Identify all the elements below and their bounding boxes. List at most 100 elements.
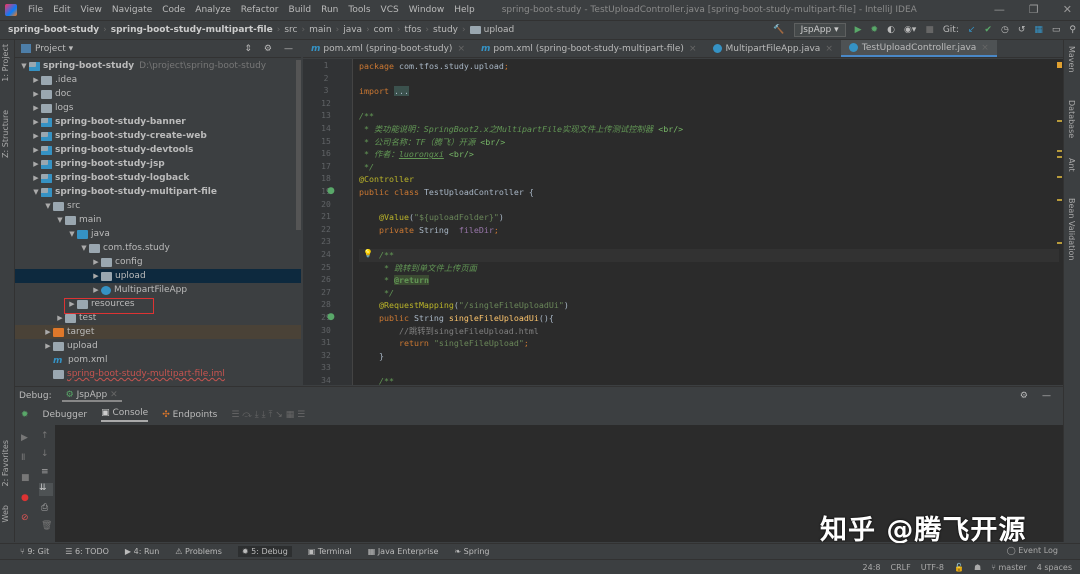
tool-tab-9-git[interactable]: ⑂ 9: Git	[20, 547, 49, 556]
code-editor[interactable]: 1 2 3 12 13 14 15 16 17 18 19 20 21 22 23 24 25 26 27 28 29 3…	[303, 59, 1063, 385]
rerun-debug-icon[interactable]: ✹	[21, 410, 29, 420]
tree-item[interactable]: ▶ upload	[15, 339, 301, 353]
menu-window[interactable]: Window	[404, 5, 450, 15]
gear-icon[interactable]: ⚙	[264, 44, 272, 54]
code-line[interactable]	[359, 199, 1059, 212]
close-tab-icon[interactable]: ×	[981, 43, 989, 53]
line-separator[interactable]: CRLF	[890, 563, 910, 572]
code-line[interactable]: import ...	[359, 85, 1059, 98]
menu-file[interactable]: File	[23, 5, 48, 15]
close-tab-icon[interactable]: ×	[689, 44, 697, 54]
tab-console[interactable]: ▣ Console	[101, 408, 149, 422]
intention-bulb-icon[interactable]: 💡	[363, 249, 373, 258]
error-stripe-marker[interactable]	[1057, 150, 1062, 152]
tool-tab-6-todo[interactable]: ☰ 6: TODO	[65, 547, 109, 556]
spring-bean-icon[interactable]: ●	[327, 186, 335, 196]
menu-analyze[interactable]: Analyze	[190, 5, 235, 15]
lock-icon[interactable]: 🔓	[954, 563, 964, 572]
tree-item[interactable]: ▼ com.tfos.study	[15, 241, 301, 255]
project-view-select[interactable]: Project	[35, 44, 66, 54]
database-tool-tab[interactable]: Database	[1067, 100, 1076, 138]
close-tab-icon[interactable]: ×	[825, 44, 833, 54]
menu-refactor[interactable]: Refactor	[236, 5, 284, 15]
tree-item[interactable]: ▶ MultipartFileApp	[15, 283, 301, 297]
debug-session-tab[interactable]: ⚙ JspApp ✕	[61, 390, 122, 402]
breadcrumb-item[interactable]: spring-boot-study	[8, 25, 103, 35]
tree-item[interactable]: ▶ spring-boot-study-devtools	[15, 143, 301, 157]
resume-icon[interactable]: ▶	[21, 433, 31, 443]
expand-arrow-icon[interactable]: ▶	[91, 286, 101, 294]
structure-tool-tab[interactable]: Z: Structure	[1, 110, 10, 158]
run-icon[interactable]: ▶	[855, 25, 862, 35]
breadcrumb-item[interactable]: com	[374, 25, 397, 35]
expand-arrow-icon[interactable]: ▶	[31, 76, 41, 84]
menu-code[interactable]: Code	[157, 5, 190, 15]
bean-validation-tool-tab[interactable]: Bean Validation	[1067, 198, 1076, 260]
breadcrumb-item[interactable]: tfos	[405, 25, 426, 35]
up-icon[interactable]: ↑	[41, 431, 51, 441]
menu-build[interactable]: Build	[284, 5, 317, 15]
close-tab-icon[interactable]: ×	[457, 44, 465, 54]
tab-endpoints[interactable]: ✣ Endpoints	[162, 410, 217, 420]
presentation-icon[interactable]: ▭	[1052, 25, 1061, 35]
code-line[interactable]: * 跳转到单文件上传页面	[359, 262, 1059, 275]
tree-item[interactable]: ▼ src	[15, 199, 301, 213]
code-line[interactable]: public String singleFileUploadUi(){	[359, 312, 1059, 325]
tree-item[interactable]: ▶ test	[15, 311, 301, 325]
stop-icon[interactable]: ■	[925, 25, 934, 35]
tree-item[interactable]: ▼ java	[15, 227, 301, 241]
git-commit-icon[interactable]: ✔	[984, 25, 992, 35]
expand-arrow-icon[interactable]: ▶	[31, 174, 41, 182]
step-icons[interactable]: ☰ ⤼ ⤓ ⤓ ⤒ ↘ ▦ ☰	[231, 410, 305, 420]
git-branch[interactable]: ⑂ master	[991, 563, 1027, 572]
code-line[interactable]: return "singleFileUpload";	[359, 337, 1059, 350]
tool-tab-java-enterprise[interactable]: ▦ Java Enterprise	[368, 547, 439, 556]
tree-item[interactable]: ▶ resources	[15, 297, 301, 311]
pause-icon[interactable]: Ⅱ	[21, 453, 31, 463]
breadcrumb-item[interactable]: spring-boot-study-multipart-file	[111, 25, 277, 35]
code-line[interactable]	[359, 73, 1059, 86]
tree-item[interactable]: ▶ config	[15, 255, 301, 269]
code-line[interactable]: * 作者：luorongxi <br/>	[359, 148, 1059, 161]
web-tool-tab[interactable]: Web	[1, 505, 10, 522]
favorites-tool-tab[interactable]: 2: Favorites	[1, 440, 10, 486]
coverage-icon[interactable]: ◐	[887, 25, 895, 35]
expand-arrow-icon[interactable]: ▶	[31, 104, 41, 112]
expand-arrow-icon[interactable]: ▶	[43, 342, 53, 350]
code-line[interactable]: * 类功能说明：SpringBoot2.x之MultipartFile实现文件上…	[359, 123, 1059, 136]
breadcrumb-item[interactable]: main	[309, 25, 336, 35]
expand-arrow-icon[interactable]: ▼	[31, 188, 41, 196]
menu-run[interactable]: Run	[316, 5, 343, 15]
menu-tools[interactable]: Tools	[343, 5, 375, 15]
expand-arrow-icon[interactable]: ▼	[43, 202, 53, 210]
expand-arrow-icon[interactable]: ▶	[31, 132, 41, 140]
tree-item[interactable]: ▶ logs	[15, 101, 301, 115]
code-line[interactable]: @RequestMapping("/singleFileUploadUi")	[359, 299, 1059, 312]
tab-pom-xml-spring-boot-study-multipart-file-[interactable]: m pom.xml (spring-boot-study-multipart-fi…	[473, 40, 705, 57]
menu-navigate[interactable]: Navigate	[107, 5, 157, 15]
error-stripe-marker[interactable]	[1057, 62, 1062, 68]
tree-item[interactable]: ▼ main	[15, 213, 301, 227]
tree-item[interactable]: ▼ spring-boot-study D:\project\spring-boot…	[15, 59, 301, 73]
code-line[interactable]: /**	[359, 110, 1059, 123]
tree-item[interactable]: m pom.xml	[15, 353, 301, 367]
tool-tab-5-debug[interactable]: ✹ 5: Debug	[237, 546, 292, 557]
profile-icon[interactable]: ◉▾	[904, 25, 916, 35]
event-log-button[interactable]: ◯ Event Log	[1007, 546, 1058, 555]
inspector-icon[interactable]: ☗	[974, 563, 981, 572]
debug-icon[interactable]: ✹	[871, 25, 879, 35]
soft-wrap-icon[interactable]: ≡	[41, 467, 51, 477]
expand-arrow-icon[interactable]: ▼	[79, 244, 89, 252]
code-line[interactable]: /**	[359, 375, 1059, 385]
expand-arrow-icon[interactable]: ▼	[19, 62, 29, 70]
code-line[interactable]: */	[359, 287, 1059, 300]
expand-arrow-icon[interactable]: ▶	[91, 258, 101, 266]
history-icon[interactable]: ◷	[1001, 25, 1009, 35]
breadcrumb-item[interactable]: src	[284, 25, 301, 35]
code-line[interactable]: @Controller	[359, 173, 1059, 186]
tree-item[interactable]: ▶ target	[15, 325, 301, 339]
menu-vcs[interactable]: VCS	[376, 5, 404, 15]
hide-icon[interactable]: —	[1042, 391, 1051, 401]
tree-item[interactable]: ▶ spring-boot-study-logback	[15, 171, 301, 185]
close-button[interactable]: ✕	[1063, 3, 1072, 16]
